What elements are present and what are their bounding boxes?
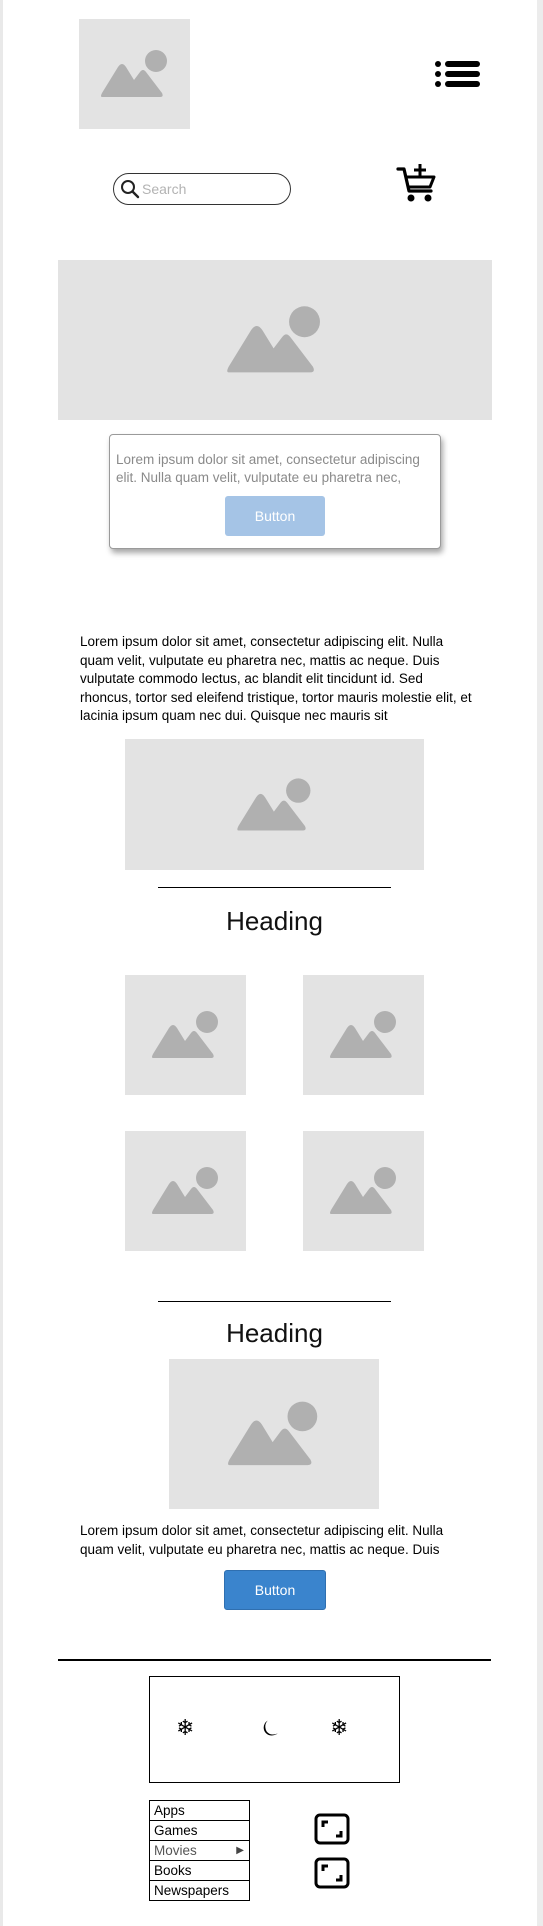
- page-canvas: Lorem ipsum dolor sit amet, consectetur …: [0, 0, 543, 1926]
- grid-image: [303, 1131, 424, 1251]
- fullscreen-icon[interactable]: [314, 1857, 350, 1889]
- section-heading: Heading: [226, 1318, 323, 1348]
- search-input[interactable]: [142, 181, 282, 197]
- menu-item-label: Movies: [154, 1843, 197, 1858]
- card-text: Lorem ipsum dolor sit amet, consectetur …: [116, 452, 420, 485]
- image-placeholder-icon: [100, 50, 167, 97]
- icon-panel: ❄ ⏾ ❄: [149, 1676, 400, 1783]
- image-placeholder-icon: [329, 1011, 396, 1058]
- feature-paragraph: Lorem ipsum dolor sit amet, consectetur …: [80, 1523, 444, 1557]
- add-to-cart-icon[interactable]: [396, 163, 438, 205]
- image-placeholder-icon: [151, 1011, 218, 1058]
- grid-image: [303, 975, 424, 1095]
- feature-image: [169, 1359, 379, 1509]
- snowflake-icon[interactable]: ❄: [176, 1716, 194, 1741]
- intro-image: [125, 739, 424, 870]
- section-divider: [158, 887, 391, 888]
- hamburger-menu-icon[interactable]: [435, 60, 481, 88]
- category-menu: Apps Games Movies ▶ Books Newspapers: [149, 1800, 250, 1901]
- intro-paragraph: Lorem ipsum dolor sit amet, consectetur …: [80, 634, 472, 723]
- grid-image: [125, 975, 246, 1095]
- card-button[interactable]: Button: [225, 496, 325, 536]
- image-placeholder-icon: [228, 1401, 318, 1466]
- image-placeholder-icon: [227, 306, 320, 373]
- submenu-arrow-icon: ▶: [236, 1845, 244, 1856]
- menu-item-movies[interactable]: Movies ▶: [149, 1840, 250, 1861]
- image-placeholder-icon: [236, 777, 310, 830]
- menu-item-newspapers[interactable]: Newspapers: [149, 1880, 250, 1901]
- section-heading: Heading: [226, 906, 323, 936]
- search-box[interactable]: [113, 173, 291, 205]
- primary-button[interactable]: Button: [224, 1570, 326, 1610]
- logo-image: [79, 19, 190, 129]
- moon-icon[interactable]: ⏾: [262, 1716, 279, 1741]
- fullscreen-icon[interactable]: [314, 1813, 350, 1845]
- menu-item-apps[interactable]: Apps: [149, 1800, 250, 1821]
- image-placeholder-icon: [329, 1167, 396, 1214]
- footer-divider: [58, 1659, 491, 1661]
- search-icon: [121, 180, 140, 199]
- menu-item-books[interactable]: Books: [149, 1860, 250, 1881]
- grid-image: [125, 1131, 246, 1251]
- hero-image: [58, 260, 492, 420]
- menu-item-games[interactable]: Games: [149, 1820, 250, 1841]
- image-placeholder-icon: [151, 1167, 218, 1214]
- promo-card: Lorem ipsum dolor sit amet, consectetur …: [109, 434, 441, 549]
- section-divider: [158, 1301, 391, 1302]
- snowflake-icon[interactable]: ❄: [330, 1716, 348, 1741]
